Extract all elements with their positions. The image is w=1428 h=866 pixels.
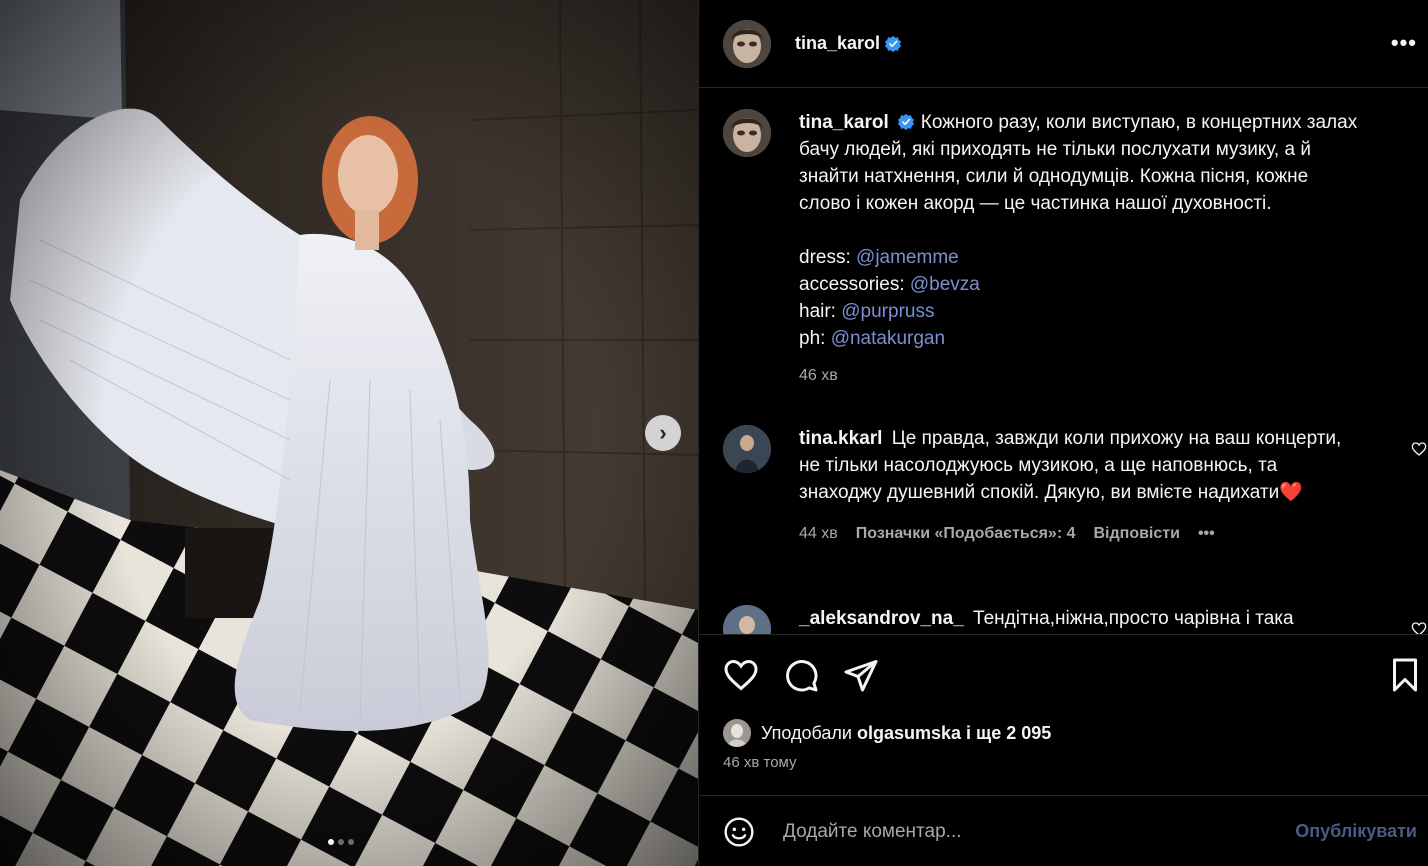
- carousel-dot: [328, 839, 334, 845]
- commenter-avatar[interactable]: [723, 605, 771, 634]
- verified-icon: [897, 113, 914, 131]
- caption-credits: dress: @jamemme accessories: @bevza hair…: [799, 244, 1359, 352]
- emoji-icon[interactable]: [723, 816, 755, 848]
- more-options-button[interactable]: •••: [1391, 30, 1417, 56]
- comment-body: _aleksandrov_na_ Тендітна,ніжна,просто ч…: [799, 605, 1359, 634]
- heart-icon: [1411, 442, 1427, 456]
- credit-line: accessories: @bevza: [799, 271, 1359, 298]
- post-panel: tina_karol ••• tina_karol Кожного разу, …: [698, 0, 1428, 866]
- comment-input[interactable]: [783, 820, 1243, 843]
- comment-time: 44 хв: [799, 525, 838, 542]
- verified-icon: [884, 35, 902, 52]
- photo-illustration: [0, 0, 698, 866]
- credit-label: hair:: [799, 301, 836, 322]
- post-photo[interactable]: ›: [0, 0, 698, 866]
- credit-mention-link[interactable]: @jamemme: [856, 247, 959, 268]
- credit-line: ph: @natakurgan: [799, 325, 1359, 352]
- avatar-image: [723, 425, 771, 473]
- carousel-next-button[interactable]: ›: [645, 415, 681, 451]
- liker-username[interactable]: olgasumska: [857, 723, 961, 744]
- avatar-image: [723, 109, 771, 157]
- liker-avatar: [723, 719, 751, 747]
- credit-mention-link[interactable]: @natakurgan: [831, 328, 945, 349]
- caption: tina_karol Кожного разу, коли виступаю, …: [723, 109, 1359, 389]
- likes-summary[interactable]: Уподобали olgasumska і ще 2 095: [723, 719, 1051, 747]
- heart-icon: [1411, 622, 1427, 634]
- credit-label: dress:: [799, 247, 851, 268]
- comments-section[interactable]: tina_karol Кожного разу, коли виступаю, …: [699, 89, 1428, 634]
- carousel-dot: [338, 839, 344, 845]
- commenter-username[interactable]: _aleksandrov_na_: [799, 608, 964, 629]
- comment-body: tina.kkarl Це правда, завжди коли прихож…: [799, 425, 1359, 547]
- heart-icon[interactable]: [723, 657, 759, 693]
- red-heart-emoji: ❤️: [1279, 482, 1303, 503]
- comment-like-button[interactable]: [1411, 621, 1427, 634]
- share-icon[interactable]: [843, 657, 879, 693]
- reply-button[interactable]: Відповісти: [1094, 520, 1180, 547]
- avatar-image: [723, 719, 751, 747]
- carousel-dot: [348, 839, 354, 845]
- comment-item: _aleksandrov_na_ Тендітна,ніжна,просто ч…: [723, 605, 1359, 634]
- post-actions: Уподобали olgasumska і ще 2 095 46 хв то…: [699, 634, 1428, 864]
- post-timestamp: 46 хв тому: [723, 754, 797, 771]
- bookmark-icon[interactable]: [1387, 657, 1423, 693]
- avatar-image: [723, 605, 771, 634]
- author-username[interactable]: tina_karol: [795, 33, 880, 54]
- credit-mention-link[interactable]: @bevza: [910, 274, 980, 295]
- comment-like-button[interactable]: [1411, 441, 1427, 457]
- author-avatar[interactable]: [723, 109, 771, 157]
- author-avatar[interactable]: [723, 19, 771, 68]
- credit-line: hair: @purpruss: [799, 298, 1359, 325]
- likes-count[interactable]: і ще 2 095: [966, 723, 1051, 744]
- comment-more-button[interactable]: •••: [1198, 520, 1215, 547]
- credit-label: accessories:: [799, 274, 905, 295]
- avatar-image: [723, 19, 771, 68]
- caption-time: 46 хв: [799, 367, 838, 384]
- credit-label: ph:: [799, 328, 826, 349]
- caption-body: tina_karol Кожного разу, коли виступаю, …: [799, 109, 1359, 389]
- comment-icon[interactable]: [783, 657, 819, 693]
- carousel-indicator: [328, 839, 354, 845]
- comment-item: tina.kkarl Це правда, завжди коли прихож…: [723, 425, 1359, 547]
- caption-username[interactable]: tina_karol: [799, 112, 889, 133]
- commenter-avatar[interactable]: [723, 425, 771, 473]
- credit-mention-link[interactable]: @purpruss: [841, 301, 934, 322]
- publish-button[interactable]: Опублікувати: [1295, 821, 1417, 842]
- comment-meta: 44 хв Позначки «Подобається»: 4 Відповіс…: [799, 520, 1359, 547]
- credit-line: dress: @jamemme: [799, 244, 1359, 271]
- chevron-right-icon: ›: [659, 420, 667, 445]
- likes-prefix: Уподобали: [761, 722, 852, 743]
- commenter-username[interactable]: tina.kkarl: [799, 428, 882, 449]
- post-header: tina_karol •••: [699, 0, 1428, 88]
- add-comment-bar: Опублікувати: [699, 795, 1428, 866]
- comment-text: Тендітна,ніжна,просто чарівна і така: [973, 608, 1294, 629]
- comment-likes-link[interactable]: Позначки «Подобається»: 4: [856, 520, 1076, 547]
